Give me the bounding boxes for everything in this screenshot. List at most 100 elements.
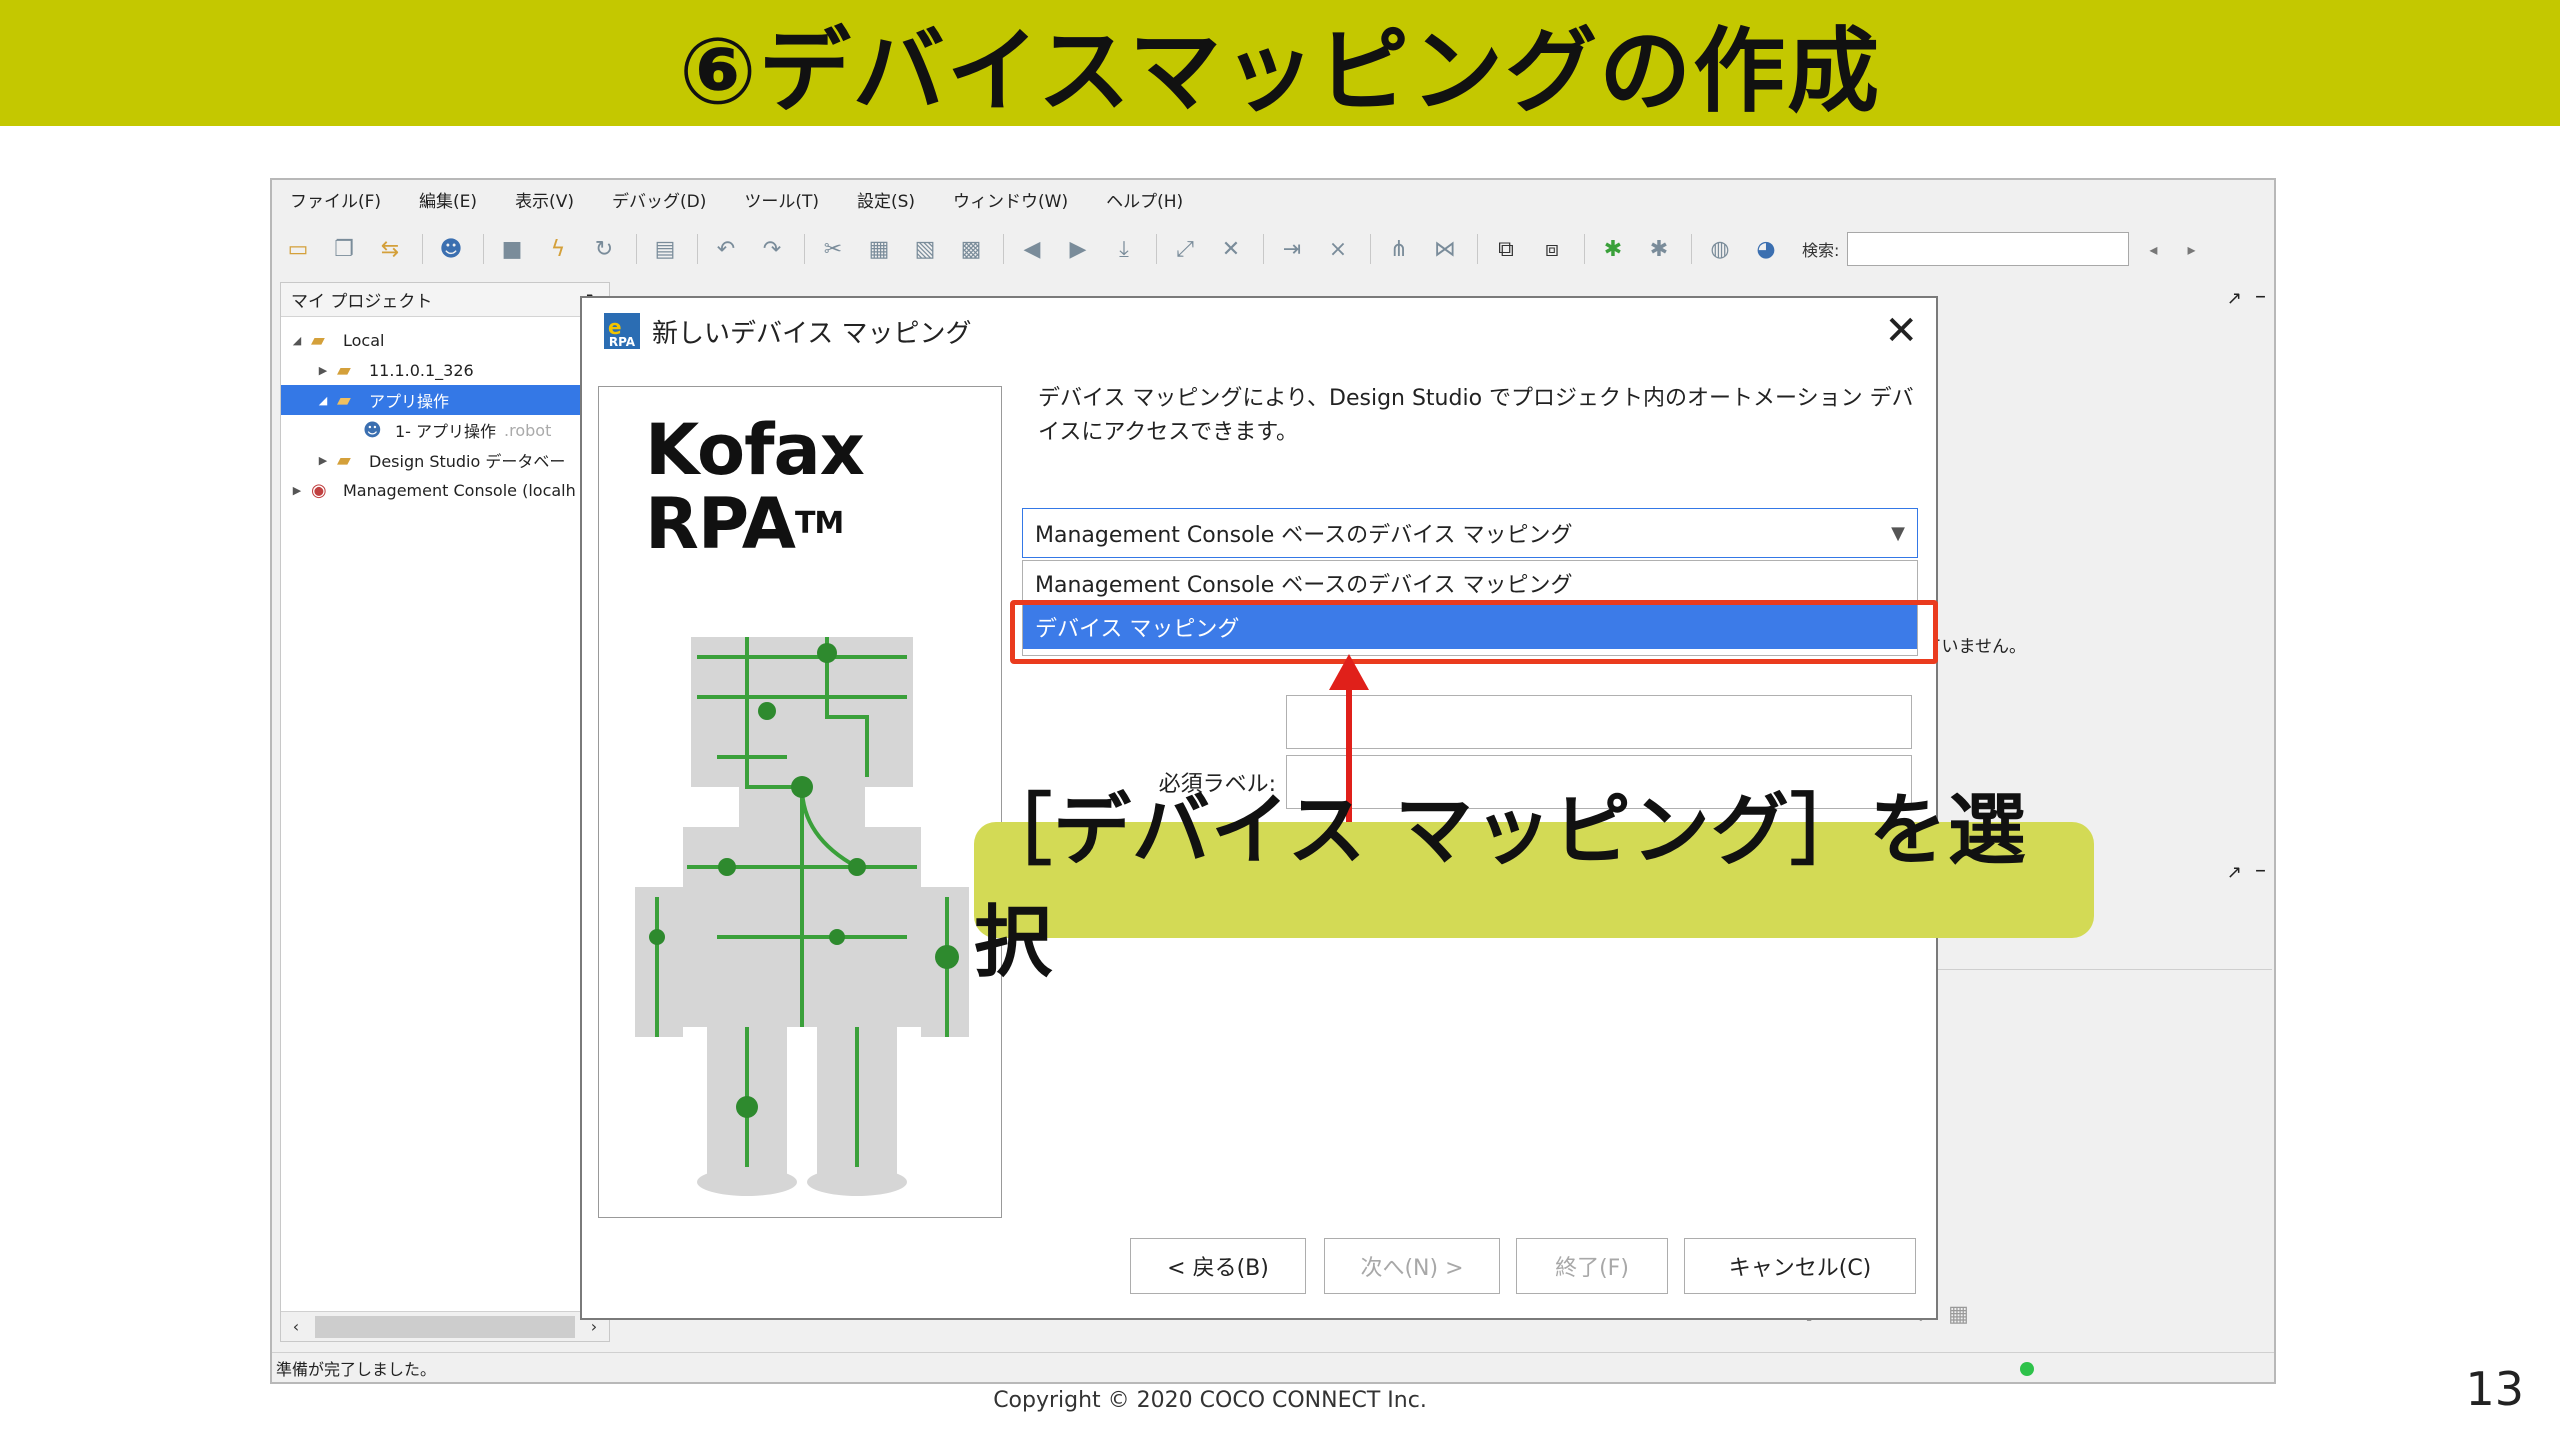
toolbar-separator xyxy=(1477,234,1478,264)
copy-icon[interactable]: ❐ xyxy=(330,235,358,263)
mapping-type-select[interactable]: Management Console ベースのデバイス マッピング ▼ xyxy=(1022,508,1918,558)
page-number: 13 xyxy=(2465,1362,2524,1416)
expand-icon[interactable]: ⤢ xyxy=(1171,235,1199,263)
project-panel-title: マイ プロジェクト xyxy=(291,292,433,312)
delete-icon[interactable]: ▩ xyxy=(957,235,985,263)
step-into-icon[interactable]: ⤓ xyxy=(1110,235,1138,263)
tree-item-suffix: .robot xyxy=(504,420,552,440)
robot-file-icon: ☻ xyxy=(363,419,382,441)
search-input[interactable] xyxy=(1847,232,2130,266)
document-icon[interactable]: ▤ xyxy=(651,235,679,263)
menu-tools[interactable]: ツール(T) xyxy=(744,187,819,212)
toolbar-separator xyxy=(1370,234,1371,264)
bug-icon[interactable]: ✱ xyxy=(1645,235,1673,263)
tree-item-robot[interactable]: ☻ 1- アプリ操作 .robot xyxy=(281,415,609,445)
chevron-down-icon[interactable]: ▼ xyxy=(1891,523,1905,544)
menu-window[interactable]: ウィンドウ(W) xyxy=(953,187,1068,212)
minimize-icon[interactable]: – xyxy=(2255,858,2266,883)
back-button[interactable]: < 戻る(B) xyxy=(1130,1238,1306,1294)
toolbar-separator xyxy=(697,234,698,264)
scroll-thumb[interactable] xyxy=(315,1315,575,1338)
option-management-console-mapping[interactable]: Management Console ベースのデバイス マッピング xyxy=(1023,561,1917,605)
refresh-icon[interactable]: ↻ xyxy=(590,235,618,263)
tree-item-management-console[interactable]: ▶ ◉ Management Console (localh xyxy=(281,475,609,505)
debug-bug-icon[interactable]: ✱ xyxy=(1599,235,1627,263)
merge-icon[interactable]: ⋈ xyxy=(1431,235,1459,263)
stop-icon[interactable]: ■ xyxy=(498,235,526,263)
tree-item-app-operation[interactable]: ◢ ▰ アプリ操作 xyxy=(281,385,609,415)
tree-item-label: Management Console (localh xyxy=(343,480,576,500)
status-text: 準備が完了しました。 xyxy=(276,1359,437,1379)
collapse-arrow-icon[interactable]: ▶ xyxy=(315,454,331,467)
toolbar-separator xyxy=(422,234,423,264)
menu-file[interactable]: ファイル(F) xyxy=(290,187,381,212)
collapse-arrow-icon[interactable]: ▶ xyxy=(289,484,305,497)
toolbar-separator xyxy=(1263,234,1264,264)
menu-debug[interactable]: デバッグ(D) xyxy=(612,187,706,212)
menu-view[interactable]: 表示(V) xyxy=(515,187,574,212)
logo-line-2: RPA xyxy=(645,483,796,565)
tree-item-database[interactable]: ▶ ▰ Design Studio データベー xyxy=(281,445,609,475)
close-icon[interactable]: ✕ xyxy=(1884,308,1918,354)
kofax-rpa-icon: e RPA xyxy=(604,313,640,349)
database-icon: ▰ xyxy=(337,449,351,471)
menu-edit[interactable]: 編集(E) xyxy=(419,187,477,212)
expand-arrow-icon[interactable]: ◢ xyxy=(289,334,305,347)
robot-illustration-icon xyxy=(635,637,969,1196)
kofax-rpa-logo: Kofax RPATM xyxy=(645,413,865,561)
callout-text: ［デバイス マッピング］を選択 xyxy=(974,786,2027,988)
insert-icon[interactable]: ⇥ xyxy=(1278,235,1306,263)
step-forward-icon[interactable]: ▶ xyxy=(1064,235,1092,263)
search-next-icon[interactable]: ▸ xyxy=(2187,240,2195,259)
undo-icon[interactable]: ↶ xyxy=(712,235,740,263)
status-indicator-icon xyxy=(2020,1362,2034,1376)
select-value: Management Console ベースのデバイス マッピング xyxy=(1035,523,1573,548)
paste-icon[interactable]: ▧ xyxy=(911,235,939,263)
lightning-icon[interactable]: ϟ xyxy=(544,235,572,263)
folder-icon: ▰ xyxy=(337,359,351,381)
tree-item-label: アプリ操作 xyxy=(369,392,450,411)
scroll-left-icon[interactable]: ‹ xyxy=(281,1317,311,1336)
menu-help[interactable]: ヘルプ(H) xyxy=(1106,187,1183,212)
pin-icon[interactable]: ↗ xyxy=(2227,862,2242,883)
copyright: Copyright © 2020 COCO CONNECT Inc. xyxy=(993,1388,1427,1413)
tree-item-version[interactable]: ▶ ▰ 11.1.0.1_326 xyxy=(281,355,609,385)
tree-item-local[interactable]: ◢ ▰ Local xyxy=(281,325,609,355)
collapse-arrow-icon[interactable]: ▶ xyxy=(315,364,331,377)
pin-icon[interactable]: ↗ xyxy=(2227,288,2242,309)
search-prev-icon[interactable]: ◂ xyxy=(2149,240,2157,259)
remove-icon[interactable]: ⨯ xyxy=(1324,235,1352,263)
grid-icon[interactable]: ▦ xyxy=(1948,1302,1969,1327)
folder-icon: ▰ xyxy=(311,329,325,351)
obscured-field-input[interactable] xyxy=(1286,695,1912,749)
open-folder-icon[interactable]: ▭ xyxy=(284,235,312,263)
redo-icon[interactable]: ↷ xyxy=(758,235,786,263)
globe-settings-icon[interactable]: ◕ xyxy=(1752,235,1780,263)
finish-button[interactable]: 終了(F) xyxy=(1516,1238,1668,1294)
instruction-callout: ［デバイス マッピング］を選択 xyxy=(974,786,2094,988)
dialog-title-bar: e RPA 新しいデバイス マッピング ✕ xyxy=(582,298,1936,364)
window-icon[interactable]: ⧉ xyxy=(1492,235,1520,263)
cancel-button[interactable]: キャンセル(C) xyxy=(1684,1238,1916,1294)
toolbar: ▭ ❐ ⇆ ☻ ■ ϟ ↻ ▤ ↶ ↷ ✂ ▦ ▧ ▩ ◀ ▶ ⤓ ⤢ ✕ ⇥ … xyxy=(272,224,2274,274)
cut-icon[interactable]: ✂ xyxy=(819,235,847,263)
status-bar: 準備が完了しました。 xyxy=(272,1352,2274,1382)
copy-doc-icon[interactable]: ▦ xyxy=(865,235,893,263)
step-back-icon[interactable]: ◀ xyxy=(1018,235,1046,263)
branch-icon[interactable]: ⋔ xyxy=(1385,235,1413,263)
window-alt-icon[interactable]: ⧈ xyxy=(1538,235,1566,263)
toolbar-separator xyxy=(1691,234,1692,264)
expand-arrow-icon[interactable]: ◢ xyxy=(315,394,331,407)
toolbar-separator xyxy=(636,234,637,264)
transfer-icon[interactable]: ⇆ xyxy=(376,235,404,263)
robot-icon[interactable]: ☻ xyxy=(437,235,465,263)
globe-icon[interactable]: ◍ xyxy=(1706,235,1734,263)
toolbar-separator xyxy=(483,234,484,264)
console-icon: ◉ xyxy=(311,479,327,501)
collapse-icon[interactable]: ✕ xyxy=(1217,235,1245,263)
toolbar-separator xyxy=(1584,234,1585,264)
minimize-icon[interactable]: – xyxy=(2255,284,2266,309)
horizontal-scrollbar[interactable]: ‹ › xyxy=(281,1311,609,1341)
next-button[interactable]: 次へ(N) > xyxy=(1324,1238,1500,1294)
menu-settings[interactable]: 設定(S) xyxy=(857,187,915,212)
